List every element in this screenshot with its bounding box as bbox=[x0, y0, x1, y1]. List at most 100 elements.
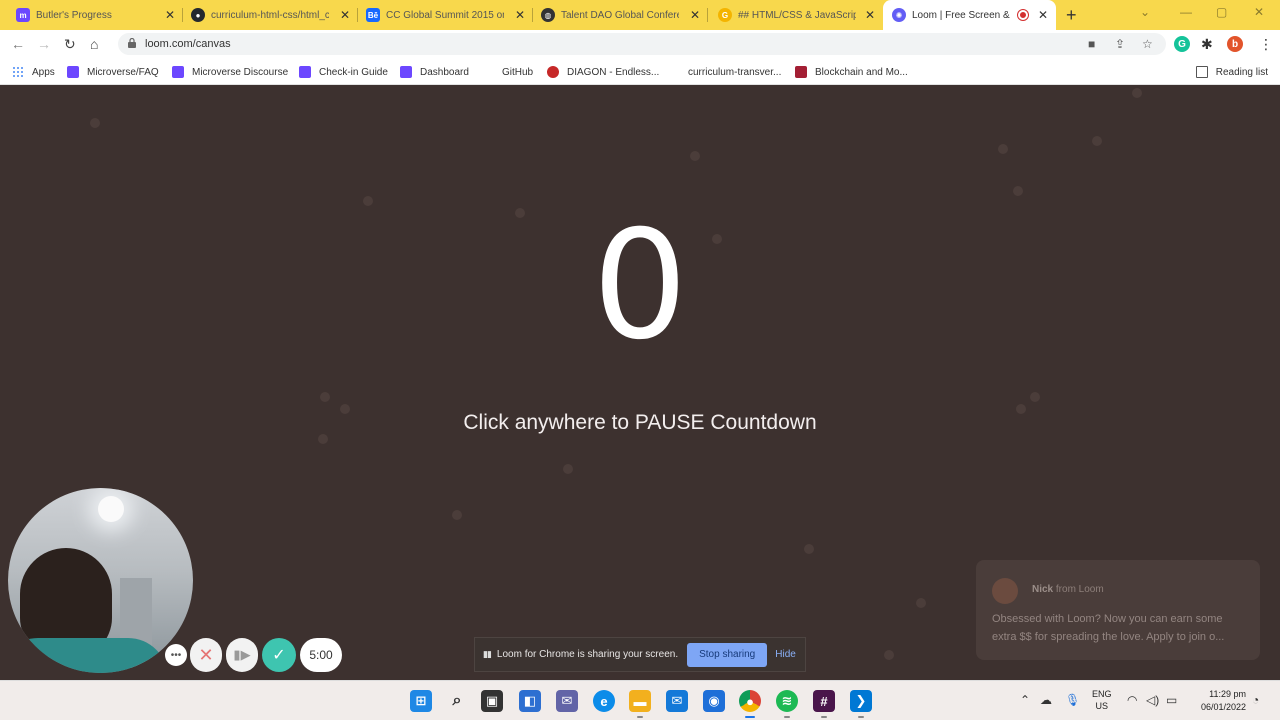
notification-message: Obsessed with Loom? Now you can earn som… bbox=[992, 613, 1225, 643]
spotify-icon[interactable]: ≋ bbox=[776, 690, 798, 718]
mit-icon bbox=[795, 66, 807, 78]
close-icon[interactable]: ✕ bbox=[165, 8, 175, 22]
bookmarks-bar: Apps Microverse/FAQ Microverse Discourse… bbox=[0, 58, 1280, 85]
tab-curriculum-html-css[interactable]: ● curriculum-html-css/html_c ✕ bbox=[183, 0, 358, 30]
onedrive-icon[interactable]: ☁ bbox=[1040, 693, 1052, 707]
bookmark-check-in-guide[interactable]: Check-in Guide bbox=[299, 64, 388, 80]
bookmark-microverse-faq[interactable]: Microverse/FAQ bbox=[67, 64, 159, 80]
tab-search-icon[interactable]: ⌄ bbox=[1140, 5, 1150, 19]
close-icon[interactable]: ✕ bbox=[690, 8, 700, 22]
system-clock[interactable]: 11:29 pm 06/01/2022 bbox=[1188, 688, 1246, 714]
cancel-recording-button[interactable]: ✕ bbox=[190, 638, 222, 672]
apps-grid-icon bbox=[12, 66, 24, 78]
reading-list-button[interactable]: Reading list bbox=[1195, 64, 1268, 80]
background-dot bbox=[318, 434, 328, 444]
search-icon[interactable]: ⌕ bbox=[446, 690, 468, 712]
bookmark-diagon[interactable]: DIAGON - Endless... bbox=[547, 64, 659, 80]
camera-icon[interactable]: ■ bbox=[1088, 37, 1095, 51]
slack-icon[interactable]: # bbox=[813, 690, 835, 718]
forward-icon[interactable]: → bbox=[37, 35, 51, 53]
bookmark-label: DIAGON - Endless... bbox=[567, 66, 660, 78]
tab-title: CC Global Summit 2015 on bbox=[386, 9, 504, 21]
bookmark-dashboard[interactable]: Dashboard bbox=[400, 64, 469, 80]
ceiling-light bbox=[98, 496, 124, 522]
vscode-icon[interactable]: ❯ bbox=[850, 690, 872, 718]
bookmark-microverse-discourse[interactable]: Microverse Discourse bbox=[172, 64, 288, 80]
background-dot bbox=[884, 650, 894, 660]
loom-icon: ✺ bbox=[892, 8, 906, 22]
edge-icon[interactable]: e bbox=[593, 690, 615, 712]
extensions-icon[interactable]: ✱ bbox=[1201, 35, 1213, 53]
bookmark-curriculum-transversal[interactable]: curriculum-transver... bbox=[668, 64, 781, 80]
minimize-button[interactable]: — bbox=[1180, 5, 1192, 19]
widgets-icon[interactable]: ◧ bbox=[519, 690, 541, 712]
more-options-button[interactable]: ••• bbox=[165, 644, 187, 666]
maximize-button[interactable]: ▢ bbox=[1216, 5, 1227, 19]
task-view-icon[interactable]: ▣ bbox=[481, 690, 503, 712]
avatar bbox=[992, 578, 1018, 604]
tab-talent-dao[interactable]: ◍ Talent DAO Global Confere ✕ bbox=[533, 0, 708, 30]
notifications-icon[interactable]: ◔ bbox=[1252, 693, 1259, 707]
finish-recording-button[interactable]: ✓ bbox=[262, 638, 296, 672]
background-dot bbox=[515, 208, 525, 218]
tab-cc-global-summit[interactable]: Bē CC Global Summit 2015 on ✕ bbox=[358, 0, 533, 30]
menu-kebab-icon[interactable]: ⋮ bbox=[1259, 35, 1273, 53]
bookmark-label: Check-in Guide bbox=[319, 66, 388, 78]
pause-recording-button[interactable]: ▮▶ bbox=[226, 638, 258, 672]
mail-icon[interactable]: ✉ bbox=[666, 690, 688, 712]
close-icon[interactable]: ✕ bbox=[1038, 8, 1048, 22]
tab-html-css-javascript[interactable]: G ## HTML/CSS & JavaScript ✕ bbox=[708, 0, 883, 30]
chrome-icon[interactable]: ● bbox=[739, 690, 761, 718]
address-bar[interactable]: loom.com/canvas ■ ⇪ ☆ bbox=[118, 33, 1166, 55]
window-close-button[interactable]: ✕ bbox=[1254, 5, 1264, 19]
bookmark-blockchain[interactable]: Blockchain and Mo... bbox=[795, 64, 908, 80]
tab-title: Loom | Free Screen & V bbox=[912, 9, 1010, 21]
close-icon[interactable]: ✕ bbox=[340, 8, 350, 22]
bookmark-label: Dashboard bbox=[420, 66, 469, 78]
reload-icon[interactable]: ↻ bbox=[64, 35, 76, 53]
browser-toolbar: ← → ↻ ⌂ loom.com/canvas ■ ⇪ ☆ G ✱ b ⋮ bbox=[0, 30, 1280, 58]
microverse-icon: m bbox=[16, 8, 30, 22]
file-explorer-icon[interactable]: ▬ bbox=[629, 690, 651, 718]
tab-title: Talent DAO Global Confere bbox=[561, 9, 679, 21]
bookmark-label: GitHub bbox=[502, 66, 534, 78]
new-tab-button[interactable]: + bbox=[1066, 5, 1077, 26]
close-icon[interactable]: ✕ bbox=[515, 8, 525, 22]
loom-canvas[interactable]: 0 Click anywhere to PAUSE Countdown ••• … bbox=[0, 86, 1280, 680]
wifi-icon[interactable]: ◠ bbox=[1127, 693, 1137, 707]
url-text: loom.com/canvas bbox=[145, 38, 231, 50]
home-icon[interactable]: ⌂ bbox=[90, 35, 98, 53]
bookmark-label: Blockchain and Mo... bbox=[815, 66, 908, 78]
recording-timer: 5:00 bbox=[300, 638, 342, 672]
profile-avatar[interactable]: b bbox=[1227, 36, 1243, 52]
tab-butlers-progress[interactable]: m Butler's Progress ✕ bbox=[0, 0, 183, 30]
vpn-icon[interactable]: ◉ bbox=[703, 690, 725, 712]
bookmark-github[interactable]: GitHub bbox=[482, 64, 533, 80]
hide-banner-link[interactable]: Hide bbox=[775, 649, 796, 660]
bookmark-apps[interactable]: Apps bbox=[12, 64, 55, 80]
reading-list-icon bbox=[1195, 66, 1208, 78]
share-icon[interactable]: ⇪ bbox=[1115, 37, 1125, 51]
background-dot bbox=[320, 392, 330, 402]
pause-countdown-hint: Click anywhere to PAUSE Countdown bbox=[463, 411, 817, 434]
background-dot bbox=[690, 151, 700, 161]
windows-start-icon[interactable]: ⊞ bbox=[410, 690, 432, 712]
volume-icon[interactable]: ◁) bbox=[1146, 693, 1159, 707]
grammarly-icon[interactable]: G bbox=[1174, 36, 1190, 52]
stop-sharing-button[interactable]: Stop sharing bbox=[687, 642, 768, 667]
notification-sender: Nick from Loom bbox=[1032, 584, 1104, 595]
battery-icon[interactable]: ▭ bbox=[1166, 693, 1177, 707]
show-hidden-icons-chevron-icon[interactable]: ⌃ bbox=[1020, 693, 1030, 707]
tab-loom[interactable]: ✺ Loom | Free Screen & V ✕ bbox=[883, 0, 1056, 30]
back-icon[interactable]: ← bbox=[11, 35, 25, 53]
input-language[interactable]: ENG US bbox=[1092, 688, 1112, 712]
microverse-icon bbox=[67, 66, 79, 78]
webcam-bubble[interactable] bbox=[8, 488, 193, 673]
teams-chat-icon[interactable]: ✉ bbox=[556, 690, 578, 712]
microphone-icon[interactable]: 🎙 bbox=[1065, 693, 1080, 707]
sender-name: Nick bbox=[1032, 584, 1054, 595]
loom-notification[interactable]: Nick from Loom Obsessed with Loom? Now y… bbox=[976, 560, 1260, 660]
close-icon[interactable]: ✕ bbox=[865, 8, 875, 22]
lock-icon bbox=[128, 38, 136, 48]
bookmark-star-icon[interactable]: ☆ bbox=[1142, 37, 1153, 51]
